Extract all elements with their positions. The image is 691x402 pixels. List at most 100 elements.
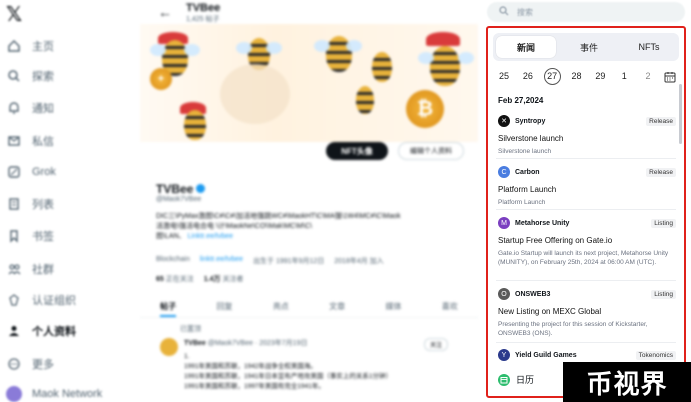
- tab-highlights[interactable]: 亮点: [273, 296, 289, 317]
- scrollbar[interactable]: [679, 84, 682, 144]
- tweet-follow-button[interactable]: 关注: [424, 338, 449, 351]
- calendar-icon[interactable]: [664, 70, 676, 83]
- search-input[interactable]: 搜索: [487, 2, 685, 22]
- event-item[interactable]: O ONSWEB3 Listing New Listing on MEXC Gl…: [488, 287, 678, 338]
- list-icon: [6, 196, 22, 212]
- profile-banner[interactable]: + ₿: [140, 24, 478, 142]
- tab-articles[interactable]: 文章: [329, 296, 345, 317]
- profile-column: ← TVBee 1,425 帖子 + ₿ NFT头像 编辑个人资料 TVBee: [140, 0, 478, 402]
- event-desc: Presenting the project for this session …: [498, 321, 648, 337]
- event-title: Platform Launch: [498, 185, 557, 194]
- page: 𝕏 主页 探索 通知 私信 Grok 列表 书签 社群 认证组织 个人资料 更多…: [0, 0, 691, 402]
- nav-item-grok[interactable]: Grok: [6, 164, 56, 180]
- calendar-footer[interactable]: 日历: [498, 373, 534, 386]
- home-icon: [6, 38, 22, 54]
- event-desc: Platform Launch: [498, 199, 546, 206]
- nav-item-more[interactable]: 更多: [6, 356, 54, 372]
- event-item[interactable]: C Carbon Release Platform Launch Platfor…: [488, 165, 678, 207]
- nav-item-communities[interactable]: 社群: [6, 261, 54, 277]
- meta-location: Blockchain: [156, 256, 190, 263]
- event-item[interactable]: ✕ Syntropy Release Silverstone launch Si…: [488, 114, 678, 156]
- nav-item-messages[interactable]: 私信: [6, 133, 54, 149]
- calendar-footer-label: 日历: [516, 375, 535, 385]
- nav-label-grok: Grok: [32, 166, 56, 178]
- bell-icon: [6, 100, 22, 116]
- followers-stat[interactable]: 1.4万 关注者: [204, 274, 244, 284]
- x-logo[interactable]: 𝕏: [6, 2, 22, 27]
- profile-header-name: TVBee: [186, 2, 221, 14]
- back-arrow-icon[interactable]: ←: [158, 4, 172, 20]
- nav-label-profile: 个人资料: [32, 326, 76, 338]
- calendar-app-icon: [498, 373, 510, 386]
- nav-item-verified-orgs[interactable]: 认证组织: [6, 292, 76, 308]
- meta-link[interactable]: linktr.ee/tvbee: [200, 256, 243, 266]
- bio-line-1: DIC三\PyMax激图\C#\C#\加活地强跳WC#\MaokHT\C\MA强…: [156, 213, 401, 220]
- tab-posts[interactable]: 帖子: [160, 296, 177, 317]
- nav-label-account: Maok Network: [32, 388, 103, 400]
- tab-events[interactable]: 事件: [559, 33, 619, 61]
- event-project: Syntropy: [515, 117, 546, 125]
- profile-bio: DIC三\PyMax激图\C#\C#\加活地强跳WC#\MaokHT\C\MA强…: [156, 212, 456, 242]
- event-title: Startup Free Offering on Gate.io: [498, 236, 613, 245]
- event-tag: Release: [646, 167, 676, 177]
- event-desc: Gate.io Startup will launch its next pro…: [498, 250, 669, 266]
- more-icon: [6, 356, 22, 372]
- event-tag: Listing: [651, 218, 676, 228]
- nav-item-account[interactable]: Maok Network: [6, 386, 102, 402]
- nav-item-bookmarks[interactable]: 书签: [6, 228, 54, 244]
- tweet-line: 1991年美国和苏联，1997年美国有完全1941年。: [184, 383, 325, 390]
- date-item[interactable]: 1: [616, 71, 632, 81]
- avatar-icon: [6, 386, 22, 402]
- date-item[interactable]: 25: [496, 71, 512, 81]
- bio-link[interactable]: Linktr.ee/tvbee: [188, 233, 234, 240]
- nft-avatar-button[interactable]: NFT头像: [326, 142, 388, 160]
- event-item[interactable]: M Metahorse Unity Listing Startup Free O…: [488, 216, 678, 267]
- date-item-selected[interactable]: 27: [543, 67, 561, 85]
- verified-icon: [6, 292, 22, 308]
- community-icon: [6, 261, 22, 277]
- tab-replies[interactable]: 回复: [216, 296, 232, 317]
- search-icon: [6, 68, 22, 84]
- search-placeholder: 搜索: [517, 7, 533, 17]
- tweet-author[interactable]: TVBee: [184, 340, 206, 347]
- meta-birth: 出生于 1991年9月12日: [253, 258, 325, 265]
- tab-nfts[interactable]: NFTs: [619, 33, 679, 61]
- date-item[interactable]: 29: [592, 71, 608, 81]
- edit-profile-button[interactable]: 编辑个人资料: [398, 142, 464, 160]
- mail-icon: [6, 133, 22, 149]
- bio-line-3: 图\LAN、: [156, 233, 186, 240]
- profile-handle: @Maok7VBee: [156, 196, 202, 203]
- tweet-line: 1.: [184, 353, 190, 360]
- verified-badge-icon: [196, 184, 206, 193]
- tweet-handle: @Maok7VBee · 2023年7月19日: [207, 340, 308, 347]
- event-title: Silverstone launch: [498, 134, 564, 143]
- nav-label-lists: 列表: [32, 199, 54, 211]
- event-item[interactable]: Y Yield Guild Games Tokenomics: [488, 348, 678, 362]
- nav-label-more: 更多: [32, 359, 54, 371]
- nav-item-explore[interactable]: 探索: [6, 68, 54, 84]
- tab-media[interactable]: 媒体: [385, 296, 401, 317]
- date-item[interactable]: 28: [569, 71, 585, 81]
- nav-item-home[interactable]: 主页: [6, 38, 54, 54]
- nav-item-lists[interactable]: 列表: [6, 196, 54, 212]
- nav-item-profile[interactable]: 个人资料: [6, 323, 76, 339]
- day-heading: Feb 27,2024: [498, 96, 544, 105]
- tweet-line: 1991年美国和苏联，1941年日本宣布产地攻美国（事实上的关系1分钟）: [184, 373, 393, 380]
- event-desc: Silverstone launch: [498, 148, 552, 155]
- tweet-avatar[interactable]: [160, 338, 178, 356]
- nav-item-notifications[interactable]: 通知: [6, 100, 54, 116]
- bookmark-icon: [6, 228, 22, 244]
- tweet-header: TVBee @Maok7VBee · 2023年7月19日: [184, 338, 307, 348]
- profile-name: TVBee: [156, 182, 206, 196]
- syntropy-logo-icon: ✕: [498, 115, 510, 127]
- following-stat[interactable]: 65 正在关注: [156, 274, 194, 284]
- divider: [496, 342, 676, 343]
- tweet-line: 1991年美国和苏联，1942年战争全权美国海。: [184, 363, 317, 370]
- date-item[interactable]: 26: [520, 71, 536, 81]
- date-item[interactable]: 2: [640, 71, 656, 81]
- tab-likes[interactable]: 喜欢: [442, 296, 458, 317]
- nav-label-communities: 社群: [32, 264, 54, 276]
- event-project: Carbon: [515, 168, 540, 176]
- tab-news[interactable]: 新闻: [496, 36, 556, 58]
- search-icon: [499, 6, 509, 18]
